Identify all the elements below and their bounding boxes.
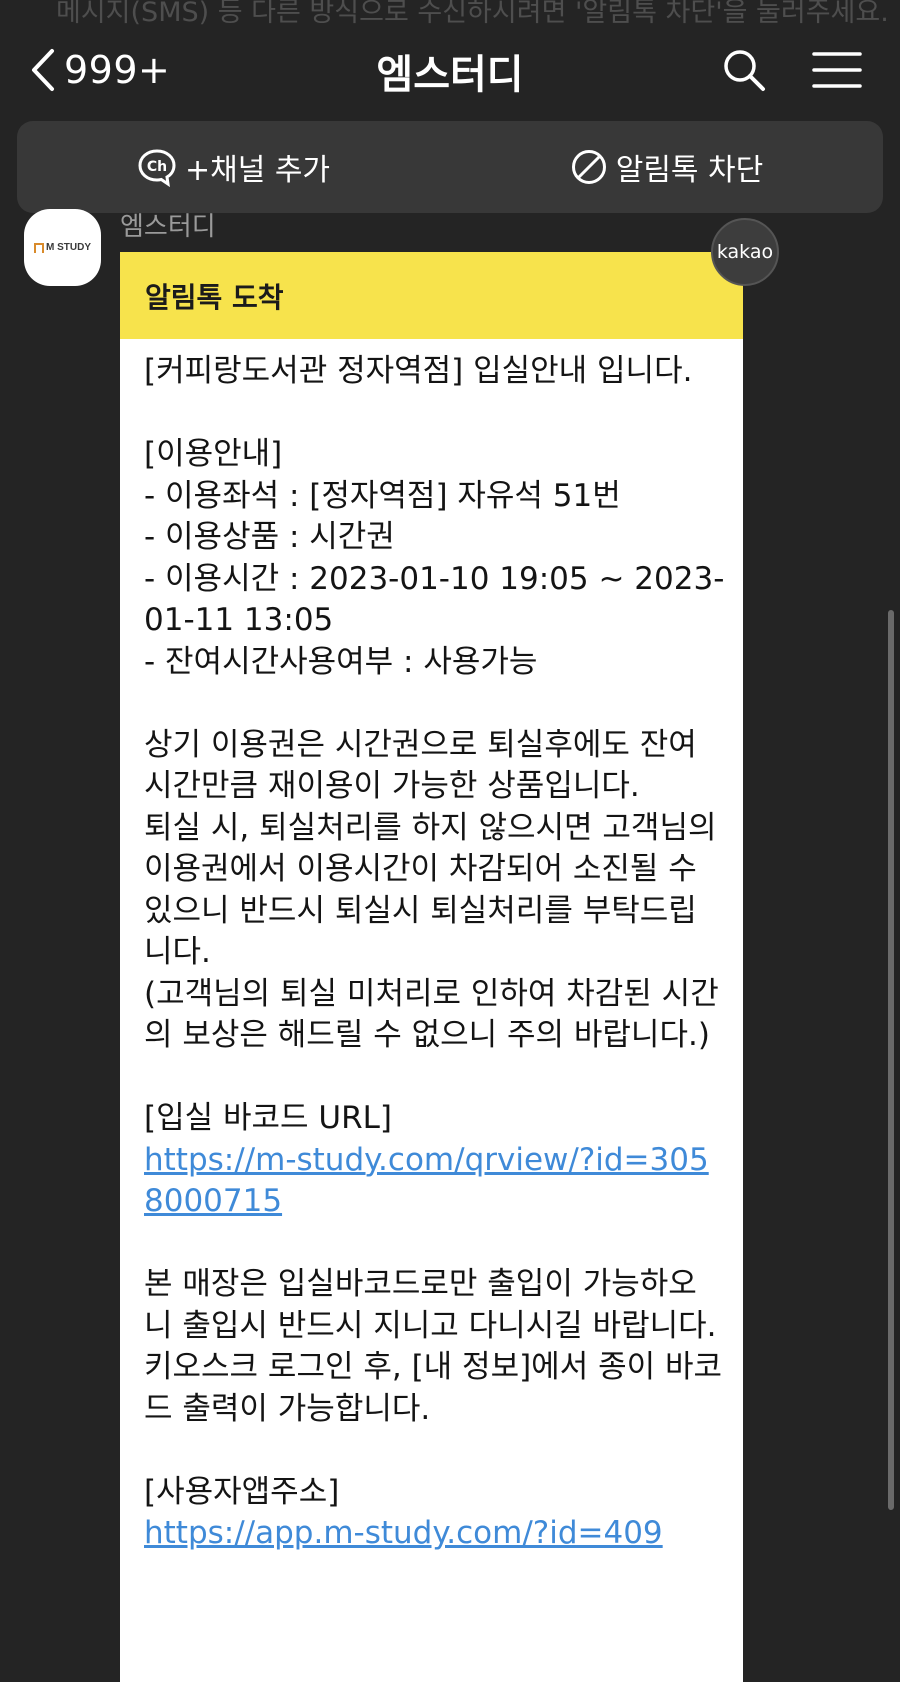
menu-icon[interactable]	[812, 50, 862, 90]
scrollbar[interactable]	[888, 610, 894, 1510]
message-line: - 이용시간 : 2023-01-10 19:05 ~ 2023-01-11 1…	[144, 560, 725, 639]
message-line: 상기 이용권은 시간권으로 퇴실후에도 잔여시간만큼 재이용이 가능한 상품입니…	[144, 726, 697, 805]
background-notice: 메시지(SMS) 등 다른 방식으로 수신하시려면 '알림톡 차단'을 눌러주세…	[56, 0, 889, 28]
message-line	[144, 1223, 725, 1265]
message-line: - 이용좌석 : [정자역점] 자유석 51번	[144, 477, 621, 514]
message-line: 본 매장은 입실바코드로만 출입이 가능하오니 출입시 반드시 지니고 다니시길…	[144, 1266, 717, 1344]
message-line	[144, 1430, 725, 1472]
avatar[interactable]: M STUDY	[24, 209, 101, 286]
channel-action-bar: Ch +채널 추가 알림톡 차단	[17, 121, 883, 213]
message-line: [커피랑도서관 정자역점] 입실안내 입니다.	[144, 353, 693, 389]
svg-text:Ch: Ch	[147, 159, 167, 175]
logo-text: M STUDY	[46, 242, 91, 253]
alimtalk-message-card: 알림톡 도착 [커피랑도서관 정자역점] 입실안내 입니다. [이용안내] - 이용…	[120, 252, 743, 1682]
message-line: 키오스크 로그인 후, [내 정보]에서 종이 바코드 출력이 가능합니다.	[144, 1349, 723, 1427]
message-link[interactable]: https://m-study.com/qrview/?id=305800071…	[144, 1140, 725, 1223]
message-line: [입실 바코드 URL]	[144, 1100, 392, 1136]
message-line: 퇴실 시, 퇴실처리를 하지 않으시면 고객님의 이용권에서 이용시간이 차감되…	[144, 809, 727, 971]
message-line	[144, 683, 725, 725]
message-line: [이용안내]	[144, 436, 283, 472]
block-alimtalk-button[interactable]: 알림톡 차단	[450, 121, 883, 213]
message-line: - 잔여시간사용여부 : 사용가능	[144, 643, 538, 680]
message-line: (고객님의 퇴실 미처리로 인하여 차감된 시간의 보상은 해드릴 수 없으니 …	[144, 975, 719, 1054]
logo-mark-icon	[34, 242, 44, 253]
chat-header: 999+ 엠스터디	[0, 30, 900, 110]
add-channel-label: +채널 추가	[184, 153, 331, 188]
sender-name: 엠스터디	[120, 212, 216, 242]
message-body: [커피랑도서관 정자역점] 입실안내 입니다. [이용안내] - 이용좌석 : [정…	[120, 339, 743, 1555]
message-header: 알림톡 도착	[120, 252, 743, 339]
message-line	[144, 393, 725, 435]
message-line: [사용자앱주소]	[144, 1473, 340, 1510]
message-line	[144, 1057, 725, 1099]
channel-icon: Ch	[138, 149, 176, 187]
block-icon	[571, 150, 606, 184]
message-line: - 이용상품 : 시간권	[144, 519, 395, 555]
message-link[interactable]: https://app.m-study.com/?id=409	[144, 1513, 725, 1555]
search-icon[interactable]	[720, 46, 768, 94]
kakao-badge: kakao	[711, 218, 779, 286]
mstudy-logo: M STUDY	[34, 242, 91, 253]
add-channel-button[interactable]: Ch +채널 추가	[17, 121, 450, 213]
block-alimtalk-label: 알림톡 차단	[615, 153, 764, 188]
